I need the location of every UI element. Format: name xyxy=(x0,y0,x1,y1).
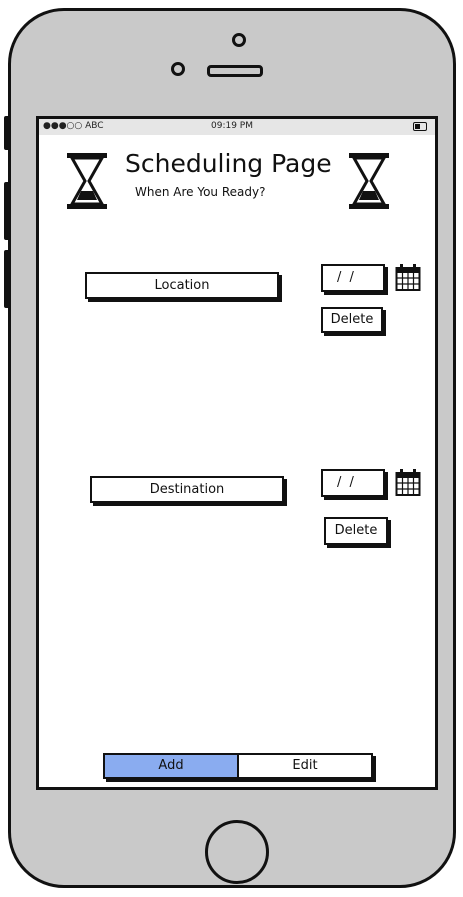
destination-date-field[interactable]: / / xyxy=(321,469,385,497)
segment-add[interactable]: Add xyxy=(105,755,239,777)
segment-edit[interactable]: Edit xyxy=(239,755,371,777)
calendar-icon[interactable] xyxy=(395,264,421,292)
status-bar: ●●●○○ ABC 09:19 PM xyxy=(39,119,435,135)
location-delete-button[interactable]: Delete xyxy=(321,307,383,333)
hourglass-icon-left xyxy=(67,153,107,209)
page-title: Scheduling Page xyxy=(125,149,332,178)
carrier-signal: ●●●○○ ABC xyxy=(43,121,104,131)
destination-button[interactable]: Destination xyxy=(90,476,284,503)
proximity-sensor xyxy=(171,62,185,76)
status-time: 09:19 PM xyxy=(211,121,253,131)
battery-icon xyxy=(413,122,427,131)
hourglass-icon-right xyxy=(349,153,389,209)
mute-switch[interactable] xyxy=(4,116,10,150)
front-camera xyxy=(232,33,246,47)
destination-delete-button[interactable]: Delete xyxy=(324,517,388,545)
page-subtitle: When Are You Ready? xyxy=(135,185,266,199)
location-date-field[interactable]: / / xyxy=(321,264,385,292)
earpiece-speaker xyxy=(207,65,263,77)
volume-down-button[interactable] xyxy=(4,250,10,308)
location-button[interactable]: Location xyxy=(85,272,279,299)
screen: ●●●○○ ABC 09:19 PM Scheduling Page When … xyxy=(36,116,438,790)
calendar-icon[interactable] xyxy=(395,469,421,497)
volume-up-button[interactable] xyxy=(4,182,10,240)
home-button[interactable] xyxy=(205,820,269,884)
add-edit-segmented-control: Add Edit xyxy=(103,753,373,779)
